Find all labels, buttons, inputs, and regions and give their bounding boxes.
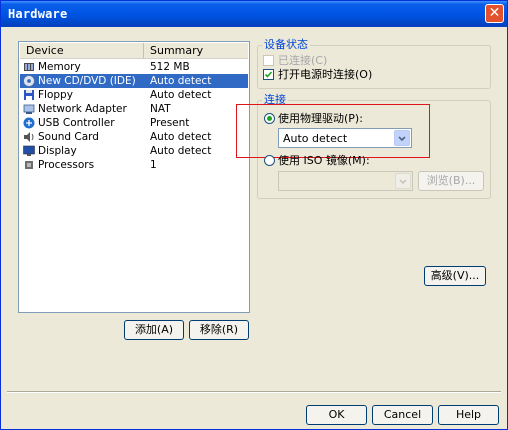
title-bar[interactable]: Hardware ✕ — [1, 1, 507, 27]
device-row-network-adapter[interactable]: Network Adapter NAT — [20, 102, 248, 116]
network-adapter-icon — [23, 103, 35, 115]
device-name: Sound Card — [38, 131, 99, 143]
device-row-sound-card[interactable]: Sound Card Auto detect — [20, 130, 248, 144]
device-summary: NAT — [150, 103, 171, 115]
device-summary: 1 — [150, 159, 157, 171]
device-row-memory[interactable]: Memory 512 MB — [20, 60, 248, 74]
iso-image-path[interactable] — [278, 171, 413, 191]
memory-icon — [23, 61, 35, 73]
device-summary: Auto detect — [150, 75, 212, 87]
device-name: Network Adapter — [38, 103, 127, 115]
device-summary: 512 MB — [150, 61, 190, 73]
help-button[interactable]: Help — [438, 405, 499, 425]
iso-image-label: 使用 ISO 镜像(M): — [278, 154, 370, 167]
dropdown-button[interactable] — [395, 173, 411, 189]
cancel-button[interactable]: Cancel — [372, 405, 433, 425]
column-header-device[interactable]: Device — [20, 43, 144, 59]
sound-card-icon — [23, 131, 35, 143]
close-button[interactable]: ✕ — [485, 4, 504, 23]
floppy-icon — [23, 89, 35, 101]
usb-icon — [23, 117, 35, 129]
device-name: New CD/DVD (IDE) — [38, 75, 136, 87]
device-status-label: 设备状态 — [262, 38, 310, 51]
device-name: Processors — [38, 159, 95, 171]
device-summary: Auto detect — [150, 145, 212, 157]
device-row-floppy[interactable]: Floppy Auto detect — [20, 88, 248, 102]
ok-button[interactable]: OK — [306, 405, 367, 425]
device-status-group — [257, 45, 491, 89]
iso-image-radio[interactable] — [264, 155, 275, 166]
device-name: Floppy — [38, 89, 73, 101]
remove-button[interactable]: 移除(R) — [189, 320, 249, 340]
power-on-label: 打开电源时连接(O) — [278, 68, 373, 81]
footer-separator — [7, 391, 501, 393]
hardware-dialog: Hardware ✕ Device Summary Memory 512 MB … — [0, 0, 508, 430]
device-summary: Present — [150, 117, 190, 129]
highlight-box — [236, 104, 430, 158]
window-title: Hardware — [8, 7, 68, 21]
connected-label: 已连接(C) — [278, 54, 328, 67]
processor-icon — [23, 159, 35, 171]
column-header-summary[interactable]: Summary — [144, 43, 248, 59]
advanced-button[interactable]: 高级(V)... — [424, 266, 486, 286]
check-icon — [264, 71, 273, 78]
chevron-down-icon — [399, 179, 407, 185]
device-summary: Auto detect — [150, 89, 212, 101]
cd-dvd-icon — [23, 75, 35, 87]
display-icon — [23, 145, 35, 157]
device-name: Memory — [38, 61, 81, 73]
device-row-usb-controller[interactable]: USB Controller Present — [20, 116, 248, 130]
device-name: USB Controller — [38, 117, 115, 129]
add-button[interactable]: 添加(A) — [124, 320, 184, 340]
device-row-display[interactable]: Display Auto detect — [20, 144, 248, 158]
connected-checkbox[interactable] — [263, 55, 274, 66]
device-name: Display — [38, 145, 77, 157]
device-row-processors[interactable]: Processors 1 — [20, 158, 248, 172]
browse-button[interactable]: 浏览(B)... — [418, 171, 484, 191]
device-list[interactable]: Device Summary Memory 512 MB New CD/DVD … — [18, 41, 250, 313]
power-on-checkbox[interactable] — [263, 69, 274, 80]
device-row-cd-dvd[interactable]: New CD/DVD (IDE) Auto detect — [20, 74, 248, 88]
device-summary: Auto detect — [150, 131, 212, 143]
